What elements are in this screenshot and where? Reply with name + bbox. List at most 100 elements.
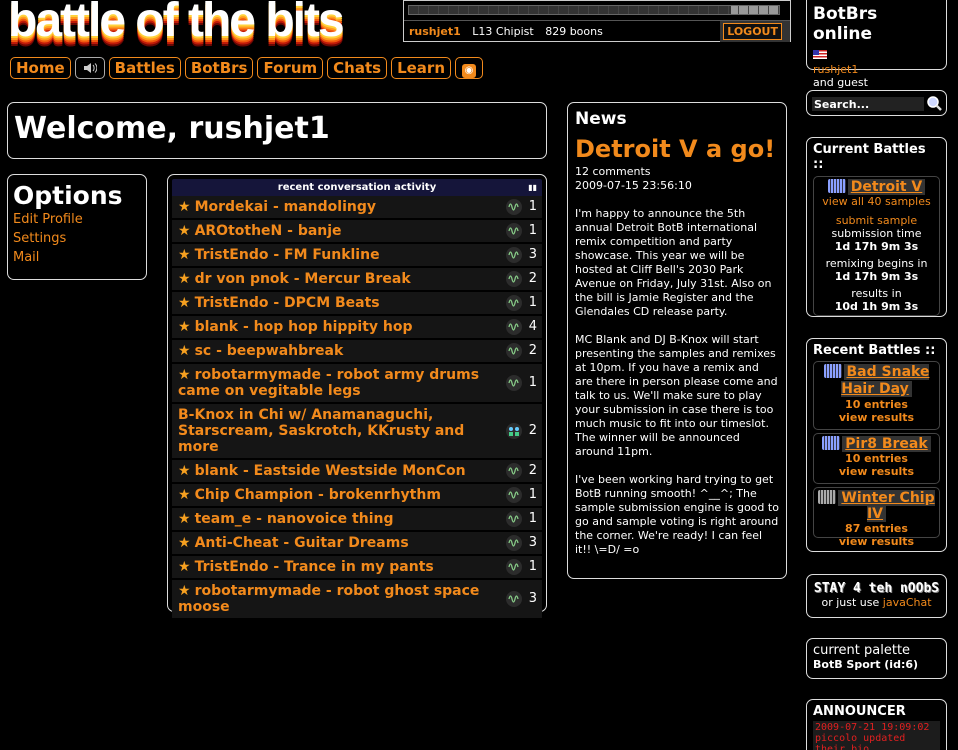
conversation-title-link[interactable]: sc - beepwahbreak (195, 343, 344, 359)
page-title: Welcome, rushjet1 (14, 111, 330, 146)
entries-count: 10 entries (845, 398, 908, 411)
conversation-title-link[interactable]: AROtotheN - banje (195, 223, 342, 239)
recent-battle-link[interactable]: Winter Chip IV (838, 490, 935, 522)
site-logo[interactable]: battle of the bits (8, 0, 345, 46)
recent-battle-card: Bad Snake Hair Day 10 entries view resul… (813, 361, 940, 430)
settings-link[interactable]: Settings (13, 229, 141, 248)
conversation-row[interactable]: ★ Anti-Cheat - Guitar Dreams 3 (172, 532, 542, 556)
news-panel: News Detroit V a go! 12 comments 2009-07… (567, 102, 787, 579)
conversation-title-link[interactable]: robotarmymade - robot army drums came on… (178, 367, 479, 399)
star-icon: ★ (178, 295, 191, 311)
battle-format-icon (822, 436, 841, 450)
xp-progress-bar (408, 5, 780, 15)
star-icon: ★ (178, 559, 191, 575)
conversation-header: recent conversation activity ▮▮ (172, 179, 542, 196)
remix-time-value: 1d 17h 9m 3s (834, 270, 919, 283)
conversation-row[interactable]: ★ robotarmymade - robot army drums came o… (172, 364, 542, 404)
battle-name-link[interactable]: Detroit V (847, 179, 926, 195)
submission-time-value: 1d 17h 9m 3s (834, 240, 919, 253)
speaker-icon[interactable] (74, 57, 105, 79)
conversation-title-link[interactable]: team_e - nanovoice thing (195, 511, 394, 527)
conversation-title-link[interactable]: blank - Eastside Westside MonCon (195, 463, 466, 479)
rss-icon[interactable]: ◉ (455, 57, 483, 79)
conversation-row[interactable]: ★ blank - Eastside Westside MonCon 2 (172, 460, 542, 484)
news-paragraph: MC Blank and DJ B-Knox will start presen… (575, 333, 778, 458)
waveform-icon (506, 247, 522, 263)
search-icon[interactable] (926, 95, 942, 111)
nav-chats[interactable]: Chats (327, 57, 388, 79)
logout-button[interactable]: LOGOUT (723, 23, 782, 40)
recent-battle-link[interactable]: Bad Snake Hair Day (841, 364, 930, 397)
comment-count: 1 (528, 375, 537, 390)
star-icon: ★ (178, 583, 191, 599)
battle-format-icon (818, 490, 837, 504)
results-time-value: 10d 1h 9m 3s (834, 300, 919, 313)
conversation-row[interactable]: ★ Mordekai - mandolingy 1 (172, 196, 542, 220)
nav-forum[interactable]: Forum (257, 57, 324, 79)
news-comments[interactable]: 12 comments (575, 165, 779, 179)
submit-sample-link[interactable]: submit sample (814, 214, 939, 227)
view-results-link[interactable]: view results (814, 465, 939, 478)
conversation-row[interactable]: ★ sc - beepwahbreak 2 (172, 340, 542, 364)
conversation-row[interactable]: ★ dr von pnok - Mercur Break 2 (172, 268, 542, 292)
nav-learn[interactable]: Learn (391, 57, 451, 79)
main-nav: Home Battles BotBrs Forum Chats Learn ◉ (10, 57, 483, 79)
online-guests: and guest (813, 76, 868, 89)
palette-title: current palette (813, 643, 911, 658)
mail-link[interactable]: Mail (13, 248, 141, 267)
javachat-link[interactable]: javaChat (883, 596, 932, 609)
search-input[interactable] (812, 97, 924, 111)
nav-battles[interactable]: Battles (108, 57, 181, 79)
conversation-row[interactable]: ★ AROtotheN - banje 1 (172, 220, 542, 244)
conversation-title-link[interactable]: dr von pnok - Mercur Break (195, 271, 411, 287)
entries-count: 87 entries (845, 522, 908, 535)
view-results-link[interactable]: view results (814, 411, 939, 424)
waveform-icon (506, 591, 522, 607)
announcer-title: ANNOUNCER (813, 704, 906, 719)
view-results-link[interactable]: view results (814, 535, 939, 548)
conversation-row[interactable]: ★ Chip Champion - brokenrhythm 1 (172, 484, 542, 508)
conversation-title-link[interactable]: blank - hop hop hippity hop (195, 319, 413, 335)
conversation-row[interactable]: ★ team_e - nanovoice thing 1 (172, 508, 542, 532)
conversation-title-link[interactable]: B-Knox in Chi w/ Anamanaguchi, Starscrea… (178, 407, 464, 455)
conversation-title-link[interactable]: Chip Champion - brokenrhythm (195, 487, 441, 503)
conversation-row[interactable]: ★ TristEndo - DPCM Beats 1 (172, 292, 542, 316)
user-boons: 829 boons (545, 25, 603, 38)
edit-profile-link[interactable]: Edit Profile (13, 210, 141, 229)
online-user-link[interactable]: rushjet1 (813, 63, 940, 76)
conversation-row[interactable]: B-Knox in Chi w/ Anamanaguchi, Starscrea… (172, 404, 542, 460)
view-all-samples-link[interactable]: view all 40 samples (814, 195, 939, 208)
stay-noobs-logo[interactable]: STAY 4 teh nOObS (807, 581, 946, 596)
news-headline[interactable]: Detroit V a go! (575, 135, 779, 163)
star-icon: ★ (178, 319, 191, 335)
recent-battle-link[interactable]: Pir8 Break (842, 436, 931, 452)
conversation-row[interactable]: ★ blank - hop hop hippity hop 4 (172, 316, 542, 340)
conversation-title-link[interactable]: Anti-Cheat - Guitar Dreams (195, 535, 409, 551)
comment-count: 3 (528, 247, 537, 262)
remix-label: remixing begins in (825, 257, 928, 270)
conversation-title-link[interactable]: TristEndo - FM Funkline (195, 247, 380, 263)
javachat-prefix: or just use (821, 596, 883, 609)
star-icon: ★ (178, 463, 191, 479)
star-icon: ★ (178, 487, 191, 503)
palette-value[interactable]: BotB Sport (id:6) (813, 658, 940, 671)
nav-home[interactable]: Home (10, 57, 71, 79)
welcome-panel: Welcome, rushjet1 (7, 102, 547, 159)
conversation-title-link[interactable]: TristEndo - Trance in my pants (195, 559, 434, 575)
waveform-icon (506, 343, 522, 359)
comment-count: 2 (528, 423, 537, 438)
pagination-icon[interactable]: ▮▮ (528, 179, 537, 196)
current-battle-card: Detroit V view all 40 samples submit sam… (813, 176, 940, 316)
conversation-title-link[interactable]: TristEndo - DPCM Beats (195, 295, 380, 311)
recent-battle-card: Pir8 Break 10 entries view results (813, 433, 940, 484)
conversation-title-link[interactable]: robotarmymade - robot ghost space moose (178, 583, 479, 615)
us-flag-icon (813, 50, 827, 59)
nav-botbrs[interactable]: BotBrs (184, 57, 254, 79)
conversation-row[interactable]: ★ TristEndo - FM Funkline 3 (172, 244, 542, 268)
comment-count: 1 (528, 559, 537, 574)
conversation-row[interactable]: ★ robotarmymade - robot ghost space moose… (172, 580, 542, 620)
conversation-row[interactable]: ★ TristEndo - Trance in my pants 1 (172, 556, 542, 580)
waveform-icon (506, 295, 522, 311)
username-link[interactable]: rushjet1 (409, 25, 461, 38)
conversation-title-link[interactable]: Mordekai - mandolingy (195, 199, 376, 215)
